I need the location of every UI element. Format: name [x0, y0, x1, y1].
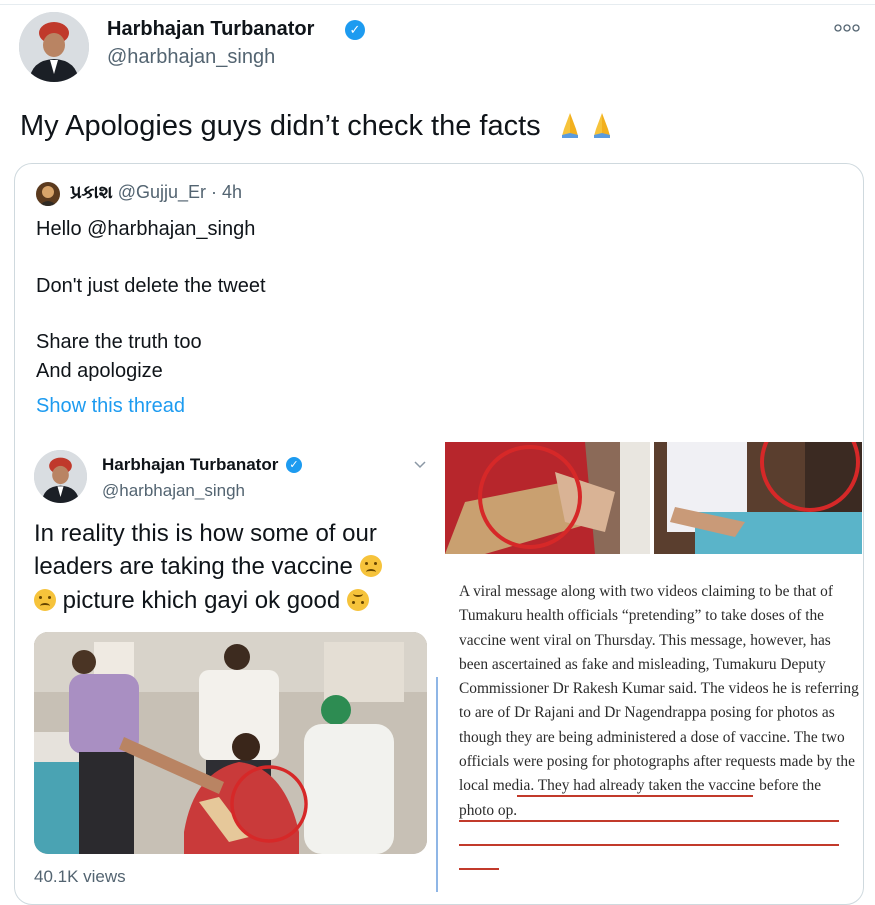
author-handle[interactable]: @harbhajan_singh	[107, 46, 275, 69]
news-video-stills[interactable]	[445, 442, 862, 554]
quoted-text-line: Hello @harbhajan_singh	[36, 218, 256, 240]
tweet-text: My Apologies guys didn’t check the facts	[20, 109, 617, 143]
confused-face-emoji	[34, 589, 56, 611]
inner-tweet-text-content: picture khich gayi ok good	[62, 587, 341, 614]
author-name[interactable]: Harbhajan Turbanator	[107, 18, 314, 41]
top-divider	[0, 4, 875, 5]
view-count: 40.1K views	[34, 867, 126, 886]
more-options-icon[interactable]	[834, 20, 860, 34]
quoted-author-handle[interactable]: @Gujju_Er	[118, 182, 206, 202]
upside-down-face-emoji	[346, 589, 369, 611]
chevron-down-icon[interactable]	[414, 456, 426, 472]
quoted-text-line: Don't just delete the tweet	[36, 275, 266, 297]
avatar[interactable]	[34, 450, 87, 503]
red-underline	[517, 795, 753, 797]
verified-badge-icon: ✓	[286, 457, 302, 473]
vaccine-photo[interactable]	[34, 632, 427, 854]
quoted-tweet-header: પ્રકાશ @Gujju_Er · 4h	[70, 182, 242, 203]
inner-author-name[interactable]: Harbhajan Turbanator	[102, 455, 278, 475]
verified-badge-icon: ✓	[345, 20, 365, 40]
inner-tweet-text-content: leaders are taking the vaccine	[34, 553, 353, 580]
quoted-text-line: And apologize	[36, 360, 163, 382]
avatar[interactable]	[19, 12, 89, 82]
confused-face-emoji	[359, 555, 382, 577]
highlight-bar	[436, 677, 438, 892]
inner-tweet-text-line: In reality this is how some of our	[34, 520, 377, 547]
article-paragraph: A viral message along with two videos cl…	[459, 583, 859, 819]
tweet-text-content: My Apologies guys didn’t check the facts	[20, 110, 541, 142]
inner-author-handle[interactable]: @harbhajan_singh	[102, 481, 245, 501]
folded-hands-emoji	[555, 109, 585, 139]
folded-hands-emoji	[587, 109, 617, 139]
red-underline	[459, 844, 839, 846]
quoted-author-name[interactable]: પ્રકાશ	[70, 182, 113, 202]
quoted-text-line: Share the truth too	[36, 331, 202, 353]
red-underline	[459, 868, 499, 870]
inner-tweet-text-line: leaders are taking the vaccine	[34, 553, 382, 581]
red-underline	[459, 820, 839, 822]
inner-tweet-text-line: picture khich gayi ok good	[34, 587, 369, 615]
avatar[interactable]	[36, 182, 60, 206]
news-article-text: A viral message along with two videos cl…	[459, 580, 859, 823]
show-thread-link[interactable]: Show this thread	[36, 395, 185, 418]
quoted-tweet-time: · 4h	[211, 182, 243, 202]
